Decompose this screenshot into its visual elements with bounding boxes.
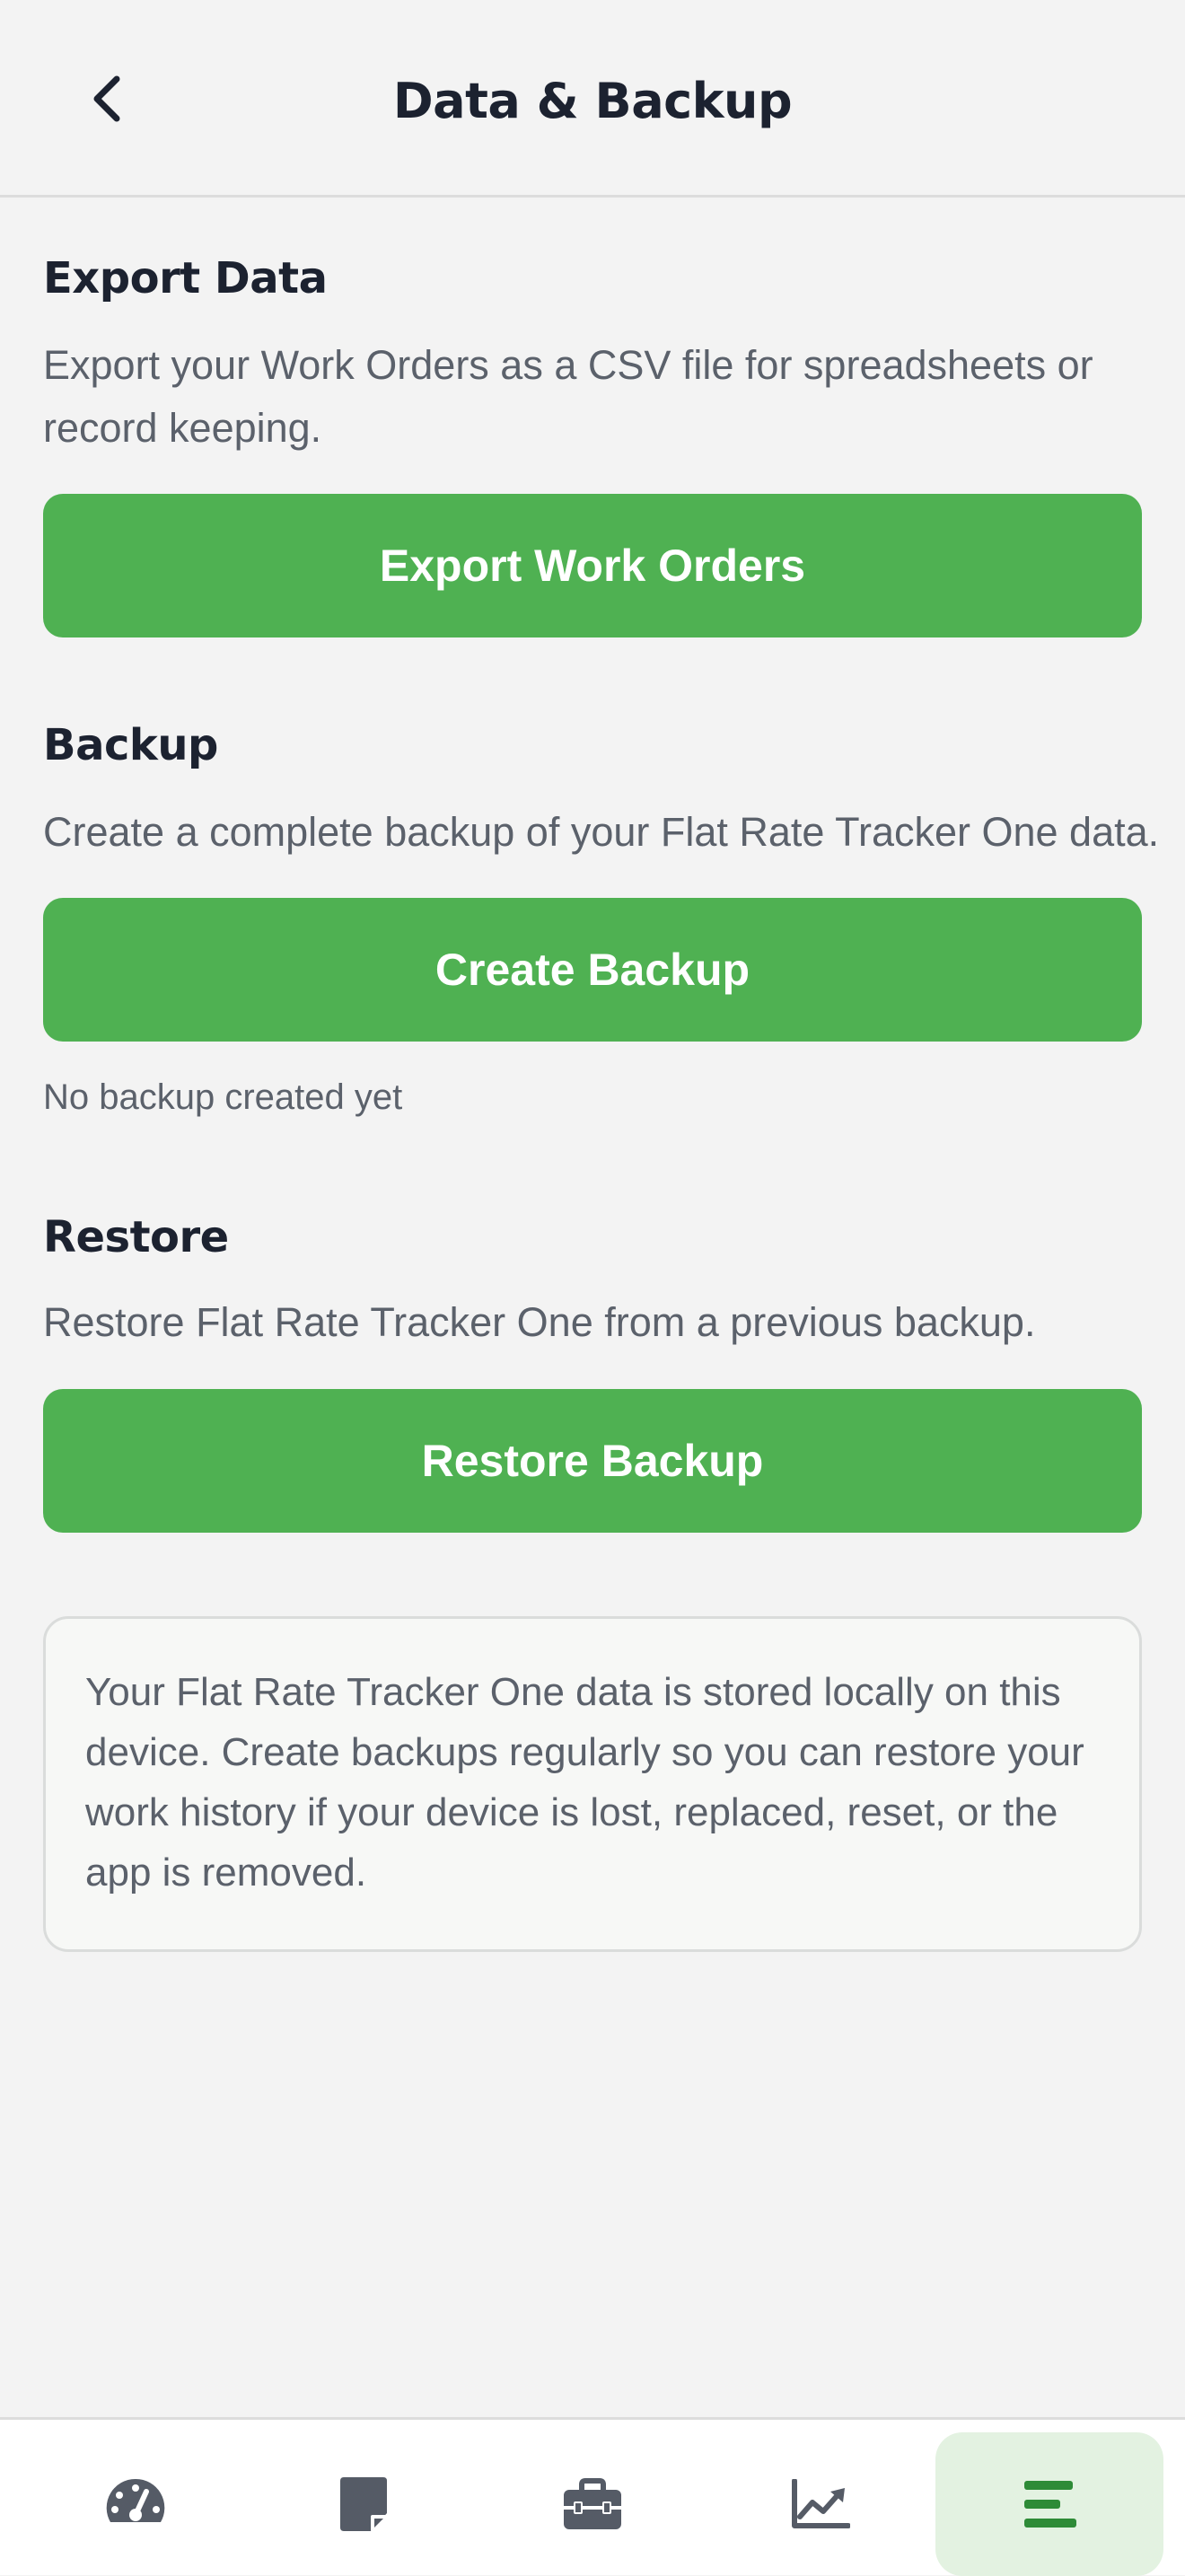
restore-heading: Restore bbox=[43, 1212, 229, 1262]
backup-description: Create a complete backup of your Flat Ra… bbox=[43, 809, 1160, 855]
nav-tab-menu[interactable] bbox=[935, 2432, 1163, 2576]
app-header: Data & Backup bbox=[0, 0, 1185, 198]
restore-backup-button[interactable]: Restore Backup bbox=[43, 1389, 1142, 1533]
nav-tab-notes[interactable] bbox=[250, 2432, 478, 2576]
restore-description: Restore Flat Rate Tracker One from a pre… bbox=[43, 1299, 1036, 1345]
nav-tab-dashboard[interactable] bbox=[22, 2432, 250, 2576]
create-backup-button[interactable]: Create Backup bbox=[43, 898, 1142, 1042]
export-description: Export your Work Orders as a CSV file fo… bbox=[43, 342, 1093, 451]
export-heading: Export Data bbox=[43, 253, 328, 303]
nav-tab-jobs[interactable] bbox=[478, 2432, 707, 2576]
nav-tab-reports[interactable] bbox=[707, 2432, 935, 2576]
export-work-orders-button[interactable]: Export Work Orders bbox=[43, 494, 1142, 637]
page-title: Data & Backup bbox=[392, 73, 793, 129]
trend-chart-icon bbox=[792, 2479, 850, 2528]
backup-status: No backup created yet bbox=[43, 1077, 403, 1117]
info-card: Your Flat Rate Tracker One data is store… bbox=[43, 1616, 1142, 1952]
toolbox-icon bbox=[564, 2478, 621, 2529]
backup-heading: Backup bbox=[43, 720, 218, 770]
menu-icon bbox=[1024, 2481, 1076, 2528]
speedometer-icon bbox=[106, 2478, 165, 2522]
note-icon bbox=[340, 2477, 387, 2531]
export-section: Export Data bbox=[43, 253, 1142, 303]
info-card-text: Your Flat Rate Tracker One data is store… bbox=[85, 1670, 1084, 1895]
bottom-nav bbox=[0, 2417, 1185, 2576]
